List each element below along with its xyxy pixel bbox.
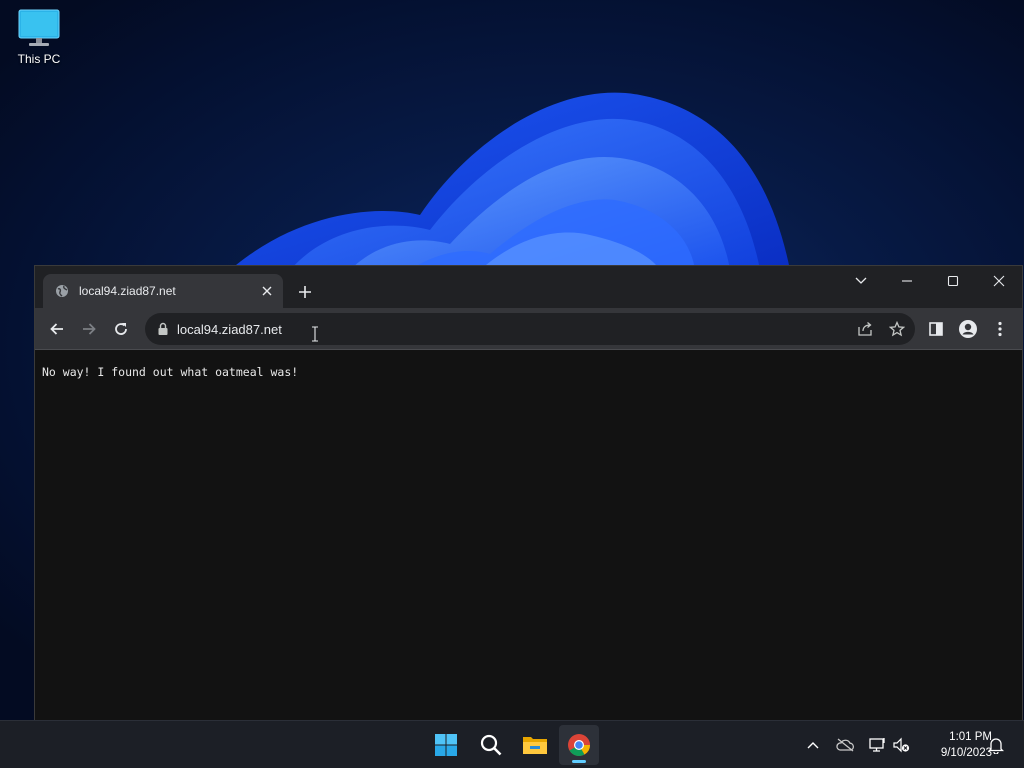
forward-button[interactable] [75,315,103,343]
close-icon [262,286,272,296]
bell-icon [988,738,1004,754]
arrow-right-icon [83,323,96,335]
tab-local94[interactable]: local94.ziad87.net [43,274,283,308]
network-tray-button[interactable] [865,733,889,757]
browser-toolbar: local94.ziad87.net [35,308,1022,350]
tab-search-button[interactable] [838,266,884,296]
close-window-button[interactable] [976,266,1022,296]
onedrive-offline-icon [836,738,854,752]
share-icon [858,322,872,336]
network-icon [869,738,885,752]
clock[interactable]: 1:01 PM 9/10/2023 [914,729,992,761]
folder-icon [523,737,547,754]
reload-icon [115,323,127,335]
side-panel-icon [929,322,943,336]
address-bar[interactable]: local94.ziad87.net [145,313,915,345]
volume-muted-icon [893,737,910,753]
minimize-button[interactable] [884,266,930,296]
start-button[interactable] [426,725,466,765]
chrome-taskbar-button[interactable] [559,725,599,765]
back-button[interactable] [43,315,71,343]
clock-time: 1:01 PM [949,731,992,743]
running-indicator [572,760,586,763]
search-icon [480,734,502,756]
maximize-icon [947,275,959,287]
side-panel-button[interactable] [922,315,950,343]
search-button[interactable] [471,725,511,765]
tab-title: local94.ziad87.net [79,284,176,298]
new-tab-button[interactable] [291,278,319,306]
bookmark-button[interactable] [883,315,911,343]
clock-date: 9/10/2023 [940,747,992,759]
text-cursor-icon [312,326,318,342]
menu-button[interactable] [986,315,1014,343]
lock-icon [158,322,168,335]
desktop-icon-label: This PC [17,52,61,66]
minimize-icon [902,280,912,282]
tab-strip: local94.ziad87.net [35,266,1022,308]
page-text: No way! I found out what oatmeal was! [42,365,299,379]
plus-icon [299,286,311,298]
windows-logo-icon [435,734,457,756]
globe-icon [56,285,68,297]
maximize-button[interactable] [930,266,976,296]
taskbar: 1:01 PM 9/10/2023 [0,720,1024,768]
page-viewport[interactable]: No way! I found out what oatmeal was! [35,351,1022,721]
volume-tray-button[interactable] [889,733,913,757]
star-icon [889,321,905,337]
close-icon [993,275,1005,287]
notifications-button[interactable] [984,733,1008,757]
chrome-icon [568,734,590,756]
tab-close-button[interactable] [255,279,279,303]
chevron-down-icon [855,277,867,284]
address-url: local94.ziad87.net [177,321,282,337]
monitor-icon [18,9,60,46]
show-hidden-icons-button[interactable] [801,733,825,757]
browser-window: local94.ziad87.net local94.ziad87.net No… [34,265,1023,721]
profile-avatar-icon [959,320,977,338]
arrow-left-icon [50,323,63,335]
file-explorer-button[interactable] [515,725,555,765]
profile-button[interactable] [954,315,982,343]
reload-button[interactable] [107,315,135,343]
onedrive-tray-button[interactable] [833,733,857,757]
desktop-icon-this-pc[interactable]: This PC [8,8,70,78]
share-button[interactable] [851,315,879,343]
chevron-up-icon [807,742,819,749]
more-vert-icon [998,321,1002,337]
